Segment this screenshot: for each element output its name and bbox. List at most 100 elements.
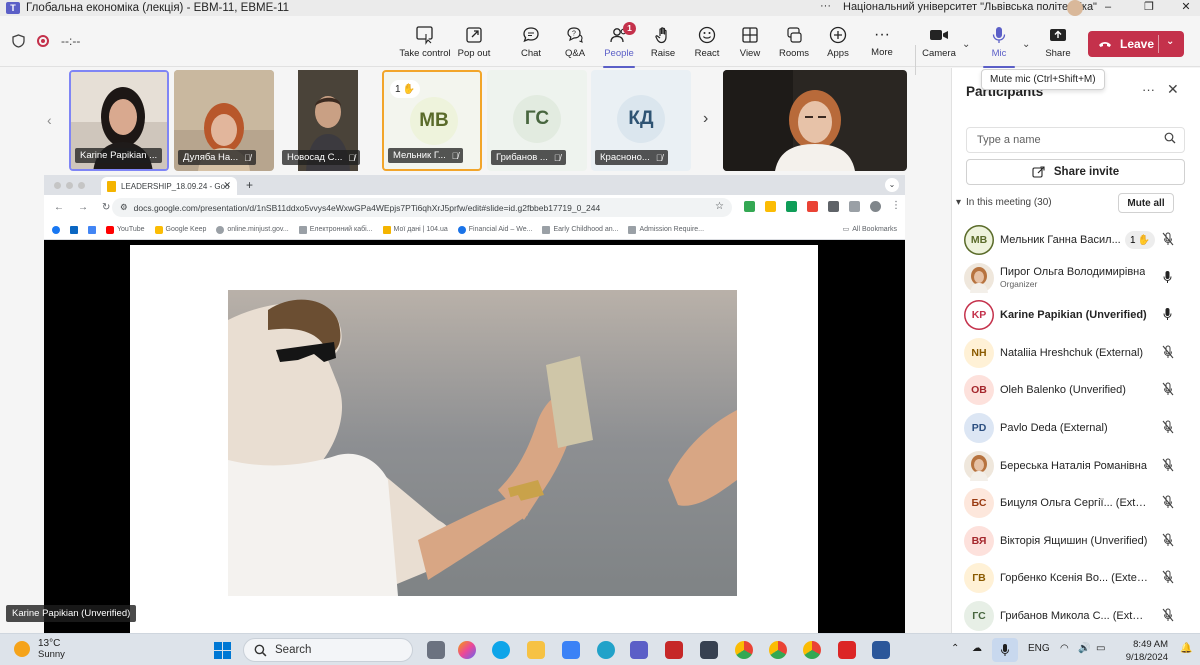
participant-row[interactable]: БС Бицуля Ольга Сергії... (External): [964, 487, 1194, 519]
pop-out-button[interactable]: Pop out: [448, 24, 500, 59]
mcafee-icon[interactable]: [665, 641, 683, 659]
participant-tile[interactable]: КД Красноно... 🎙̸: [591, 70, 691, 171]
bookmark-item[interactable]: online.minjust.gov...: [216, 225, 289, 234]
browser-menu-icon[interactable]: ⋮: [891, 201, 902, 212]
back-icon[interactable]: ←: [54, 202, 64, 213]
mic-off-icon[interactable]: [1162, 382, 1174, 396]
wifi-icon[interactable]: ◠: [1060, 643, 1069, 654]
extension-icon[interactable]: [807, 201, 818, 212]
bookmark-item[interactable]: Google Keep: [154, 225, 206, 234]
skype-icon[interactable]: [597, 641, 615, 659]
bookmark-item[interactable]: Financial Aid – We...: [457, 225, 532, 234]
address-bar[interactable]: ⚙ docs.google.com/presentation/d/1nSB11d…: [112, 198, 732, 217]
chrome-icon[interactable]: [735, 641, 753, 659]
take-control-button[interactable]: Take control: [399, 24, 451, 59]
word-icon[interactable]: [872, 641, 890, 659]
mic-on-icon[interactable]: [1162, 270, 1173, 284]
mic-off-icon[interactable]: [1162, 345, 1174, 359]
camera-options-chevron-icon[interactable]: ⌄: [962, 39, 970, 50]
close-tab-icon[interactable]: ✕: [223, 180, 231, 191]
bookmark-item[interactable]: Електронний кабі...: [298, 225, 373, 234]
bookmark-item[interactable]: YouTube: [106, 225, 145, 234]
participant-row[interactable]: PD Pavlo Deda (External): [964, 412, 1194, 444]
participant-tile[interactable]: Karine Papikian ...: [69, 70, 169, 171]
bookmark-icon[interactable]: [88, 225, 96, 234]
bookmark-item[interactable]: Мої дані | 104.ua: [382, 225, 448, 234]
notifications-icon[interactable]: 🔔: [1180, 643, 1192, 654]
mic-off-icon[interactable]: [1162, 420, 1174, 434]
leave-button[interactable]: Leave ⌄: [1088, 31, 1184, 57]
more-options-icon[interactable]: ···: [820, 0, 831, 12]
profile-icon[interactable]: [870, 201, 881, 212]
new-tab-icon[interactable]: +: [246, 178, 253, 192]
extension-icon[interactable]: [828, 201, 839, 212]
file-explorer-icon[interactable]: [527, 641, 545, 659]
onedrive-icon[interactable]: ☁: [972, 643, 982, 654]
organizer-video-tile[interactable]: [723, 70, 907, 171]
tab-search-icon[interactable]: ⌄: [885, 178, 899, 192]
microphone-tray-icon[interactable]: [992, 638, 1018, 662]
site-info-icon[interactable]: ⚙: [120, 202, 128, 213]
volume-icon[interactable]: 🔊: [1078, 643, 1090, 654]
extension-icon[interactable]: [786, 201, 797, 212]
participant-search-input[interactable]: Type a name: [966, 127, 1185, 153]
mute-all-button[interactable]: Mute all: [1118, 193, 1174, 213]
bookmark-item[interactable]: Admission Require...: [628, 225, 704, 234]
mic-button[interactable]: Mic: [973, 24, 1025, 68]
taskbar-search[interactable]: Search: [243, 638, 413, 662]
participant-row[interactable]: МВ Мельник Ганна Васил... 1 ✋: [964, 224, 1194, 256]
mic-off-icon[interactable]: [1162, 533, 1174, 547]
gallery-next-arrow-icon[interactable]: ›: [703, 110, 708, 128]
account-avatar[interactable]: [1067, 0, 1083, 16]
chrome-icon[interactable]: [769, 641, 787, 659]
panel-more-icon[interactable]: ···: [1142, 82, 1155, 97]
participant-row[interactable]: ВЯ Вікторія Ящишин (Unverified): [964, 525, 1194, 557]
close-window-button[interactable]: ✕: [1176, 0, 1196, 15]
facebook-icon[interactable]: [52, 225, 60, 234]
extension-icon[interactable]: [765, 201, 776, 212]
participant-tile[interactable]: Дуляба На... 🎙̸: [174, 70, 274, 171]
participant-row[interactable]: Береська Наталія Романівна: [964, 450, 1194, 482]
store-icon[interactable]: [562, 641, 580, 659]
participant-row[interactable]: OB Oleh Balenko (Unverified): [964, 374, 1194, 406]
browser-tab[interactable]: LEADERSHIP_18.09.24 - Goo ✕: [101, 177, 237, 195]
edge-icon[interactable]: [492, 641, 510, 659]
in-meeting-section[interactable]: ▾ In this meeting (30): [956, 197, 1052, 208]
task-view-icon[interactable]: [427, 641, 445, 659]
forward-icon[interactable]: →: [78, 202, 88, 213]
extension-icon[interactable]: [744, 201, 755, 212]
extension-icon[interactable]: [849, 201, 860, 212]
gallery-prev-arrow-icon[interactable]: ‹: [47, 112, 52, 128]
mic-off-icon[interactable]: [1162, 232, 1174, 246]
battery-icon[interactable]: ▭: [1096, 643, 1105, 654]
system-clock[interactable]: 8:49 AM 9/18/2024: [1118, 638, 1168, 664]
camera-button[interactable]: Camera: [913, 24, 965, 59]
mic-off-icon[interactable]: [1162, 608, 1174, 622]
start-button[interactable]: [214, 642, 231, 659]
participant-row[interactable]: NH Nataliia Hreshchuk (External): [964, 337, 1194, 369]
share-invite-button[interactable]: Share invite: [966, 159, 1185, 185]
share-button[interactable]: Share: [1032, 24, 1084, 59]
mic-off-icon[interactable]: [1162, 495, 1174, 509]
mic-on-icon[interactable]: [1162, 307, 1173, 321]
participant-row[interactable]: KP Karine Papikian (Unverified): [964, 299, 1194, 331]
copilot-icon[interactable]: [458, 641, 476, 659]
leave-options-chevron-icon[interactable]: ⌄: [1166, 36, 1174, 47]
weather-widget[interactable]: 13°C Sunny: [14, 638, 65, 660]
chrome-icon[interactable]: [803, 641, 821, 659]
show-hidden-icons[interactable]: ⌃: [951, 643, 959, 654]
more-button[interactable]: ··· More: [856, 24, 908, 58]
participant-tile[interactable]: 1 ✋ МВ Мельник Г... 🎙̸: [382, 70, 482, 171]
participant-tile[interactable]: ГС Грибанов ... 🎙̸: [487, 70, 587, 171]
bookmark-star-icon[interactable]: ☆: [715, 201, 724, 212]
close-panel-icon[interactable]: ✕: [1167, 81, 1179, 98]
participant-tile[interactable]: Новосад С... 🎙̸: [278, 70, 378, 171]
acrobat-icon[interactable]: [838, 641, 856, 659]
linkedin-icon[interactable]: [70, 225, 78, 234]
participant-row[interactable]: ГВ Горбенко Ксенія Во... (External): [964, 562, 1194, 594]
language-indicator[interactable]: ENG: [1028, 643, 1050, 654]
app-icon[interactable]: [700, 641, 718, 659]
bookmark-item[interactable]: Early Childhood an...: [542, 225, 618, 234]
participant-row[interactable]: ГС Грибанов Микола С... (External): [964, 600, 1194, 632]
participant-row[interactable]: Пирог Ольга Володимирівна Organizer: [964, 262, 1194, 294]
